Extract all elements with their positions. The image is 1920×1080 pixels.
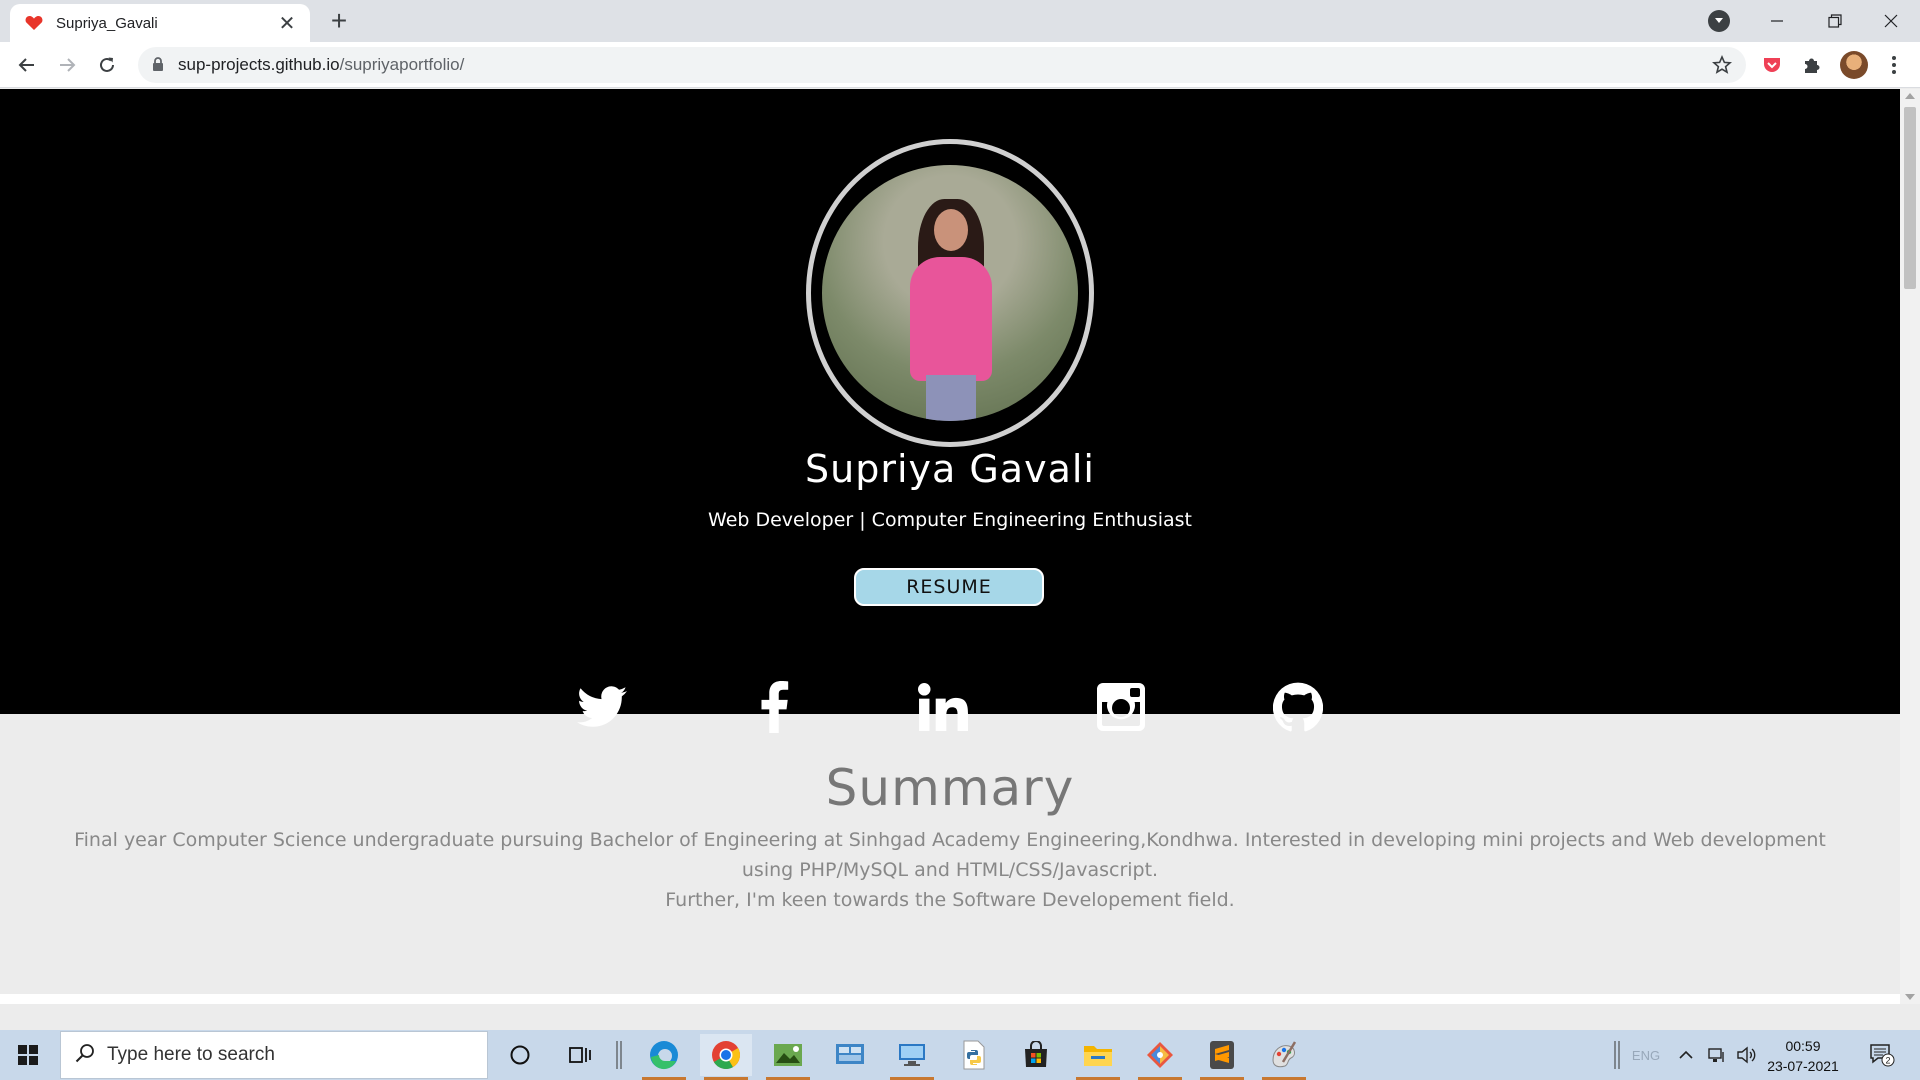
browser-tab-strip: Supriya_Gavali ✕ + xyxy=(0,0,1920,42)
browser-toolbar: sup-projects.github.io/supriyaportfolio/ xyxy=(0,42,1920,88)
github-icon[interactable] xyxy=(1270,679,1326,735)
volume-icon[interactable] xyxy=(1732,1030,1760,1080)
taskbar-search-box[interactable]: Type here to search xyxy=(60,1031,488,1079)
profile-picture-frame xyxy=(806,139,1094,447)
cortana-icon[interactable] xyxy=(494,1034,546,1076)
sublime-text-icon[interactable] xyxy=(1196,1034,1248,1080)
menu-kebab-icon[interactable] xyxy=(1882,53,1906,77)
summary-paragraph: Final year Computer Science undergraduat… xyxy=(74,829,1826,881)
profile-photo xyxy=(822,165,1078,421)
summary-paragraph: Further, I'm keen towards the Software D… xyxy=(665,889,1235,911)
control-panel-icon[interactable] xyxy=(824,1034,876,1076)
browser-tab[interactable]: Supriya_Gavali ✕ xyxy=(10,4,310,42)
instagram-icon[interactable] xyxy=(1093,679,1149,735)
search-icon xyxy=(75,1043,95,1068)
scrollbar-thumb[interactable] xyxy=(1904,107,1916,289)
facebook-icon[interactable] xyxy=(746,679,802,735)
taskbar-divider xyxy=(612,1034,626,1076)
lock-icon[interactable] xyxy=(152,57,164,77)
taskbar-divider xyxy=(1604,1030,1630,1080)
paint-app-icon[interactable] xyxy=(1258,1034,1310,1080)
page-scrollbar[interactable] xyxy=(1900,89,1920,1004)
extensions-puzzle-icon[interactable] xyxy=(1800,53,1824,77)
forward-button[interactable] xyxy=(52,50,82,80)
hero-section: Supriya Gavali Web Developer | Computer … xyxy=(0,89,1900,714)
clock-time: 00:59 xyxy=(1785,1038,1821,1054)
photos-app-icon[interactable] xyxy=(762,1034,814,1080)
scroll-down-icon[interactable] xyxy=(1905,994,1915,1000)
tab-search-icon[interactable] xyxy=(1708,10,1730,32)
restore-button[interactable] xyxy=(1806,0,1864,42)
this-pc-icon[interactable] xyxy=(886,1034,938,1080)
next-section-edge xyxy=(0,994,1900,1004)
bookmark-star-icon[interactable] xyxy=(1712,55,1732,80)
git-app-icon[interactable] xyxy=(1134,1034,1186,1080)
close-tab-icon[interactable]: ✕ xyxy=(276,11,298,36)
clock-date: 23-07-2021 xyxy=(1767,1058,1839,1074)
profile-name: Supriya Gavali xyxy=(805,447,1095,491)
tab-title: Supriya_Gavali xyxy=(56,14,158,32)
close-window-button[interactable] xyxy=(1862,0,1920,42)
address-bar[interactable]: sup-projects.github.io/supriyaportfolio/ xyxy=(138,47,1746,83)
linkedin-icon[interactable] xyxy=(915,679,971,735)
url-text: sup-projects.github.io/supriyaportfolio/ xyxy=(178,55,465,74)
reload-button[interactable] xyxy=(92,50,122,80)
language-indicator[interactable]: ENG xyxy=(1628,1030,1664,1080)
network-icon[interactable] xyxy=(1702,1030,1730,1080)
scroll-up-icon[interactable] xyxy=(1905,93,1915,99)
system-clock[interactable]: 00:59 23-07-2021 xyxy=(1758,1036,1848,1076)
resume-button[interactable]: RESUME xyxy=(854,568,1044,606)
python-file-icon[interactable] xyxy=(948,1034,1000,1076)
summary-heading: Summary xyxy=(825,759,1075,817)
file-explorer-icon[interactable] xyxy=(1072,1034,1124,1080)
search-placeholder: Type here to search xyxy=(107,1044,275,1065)
chevron-up-icon[interactable] xyxy=(1672,1030,1700,1080)
notification-center-icon[interactable]: 2 xyxy=(1862,1030,1902,1080)
svg-text:2: 2 xyxy=(1885,1056,1890,1066)
chrome-browser-icon[interactable] xyxy=(700,1034,752,1080)
profile-tagline: Web Developer | Computer Engineering Ent… xyxy=(708,509,1192,531)
microsoft-store-icon[interactable] xyxy=(1010,1034,1062,1076)
back-button[interactable] xyxy=(12,50,42,80)
pocket-extension-icon[interactable] xyxy=(1760,53,1784,77)
edge-browser-icon[interactable] xyxy=(638,1034,690,1080)
summary-text: Final year Computer Science undergraduat… xyxy=(70,825,1830,915)
profile-avatar[interactable] xyxy=(1840,51,1868,79)
windows-taskbar: Type here to search ENG 00:59 23-07-2021… xyxy=(0,1030,1920,1080)
task-view-icon[interactable] xyxy=(554,1034,606,1076)
new-tab-button[interactable]: + xyxy=(324,6,354,36)
twitter-icon[interactable] xyxy=(574,679,630,735)
heart-icon xyxy=(24,13,44,33)
page-viewport: Supriya Gavali Web Developer | Computer … xyxy=(0,89,1900,1004)
minimize-button[interactable] xyxy=(1748,0,1806,42)
windows-start-button[interactable] xyxy=(0,1030,56,1080)
